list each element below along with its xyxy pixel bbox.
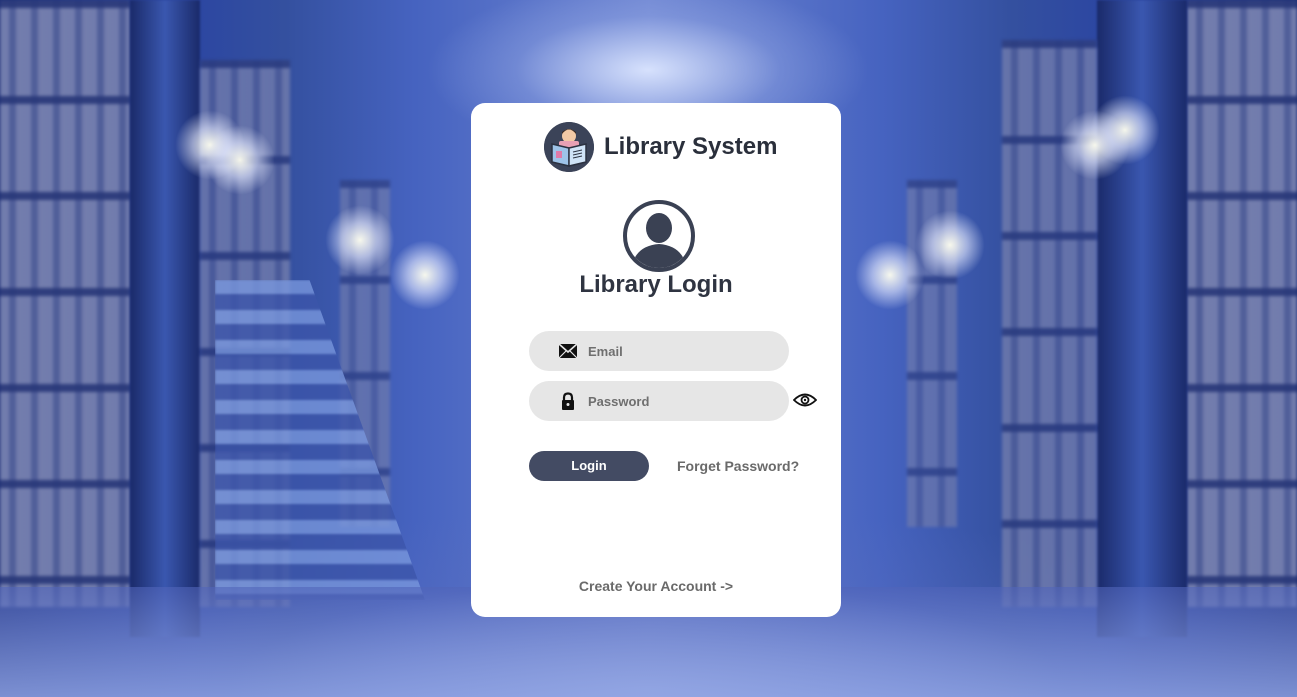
wall-lamp	[205, 125, 275, 195]
lock-icon	[558, 392, 578, 410]
wall-lamp	[325, 205, 395, 275]
wall-lamp	[855, 240, 925, 310]
brand-header: Library System	[544, 122, 777, 172]
bookshelf-left	[0, 0, 130, 607]
staircase	[215, 280, 425, 600]
pillar-right	[1097, 0, 1187, 637]
reading-person-icon	[544, 122, 594, 172]
email-input[interactable]	[588, 331, 778, 371]
envelope-icon	[558, 342, 578, 360]
wall-lamp	[915, 210, 985, 280]
user-avatar-icon	[623, 200, 695, 272]
wall-lamp	[390, 240, 460, 310]
pillar-left	[130, 0, 200, 637]
wall-lamp	[1090, 95, 1160, 165]
create-account-link[interactable]: Create Your Account ->	[471, 578, 841, 594]
login-button[interactable]: Login	[529, 451, 649, 481]
login-card: Library System Library Login Email Login…	[471, 103, 841, 617]
bookshelf-right	[1187, 0, 1297, 607]
password-field[interactable]	[529, 381, 789, 421]
email-field[interactable]	[529, 331, 789, 371]
forget-password-link[interactable]: Forget Password?	[677, 458, 799, 474]
password-input[interactable]	[588, 381, 778, 421]
login-title: Library Login	[579, 271, 733, 298]
brand-title: Library System	[604, 133, 778, 160]
eye-icon[interactable]	[792, 392, 818, 408]
